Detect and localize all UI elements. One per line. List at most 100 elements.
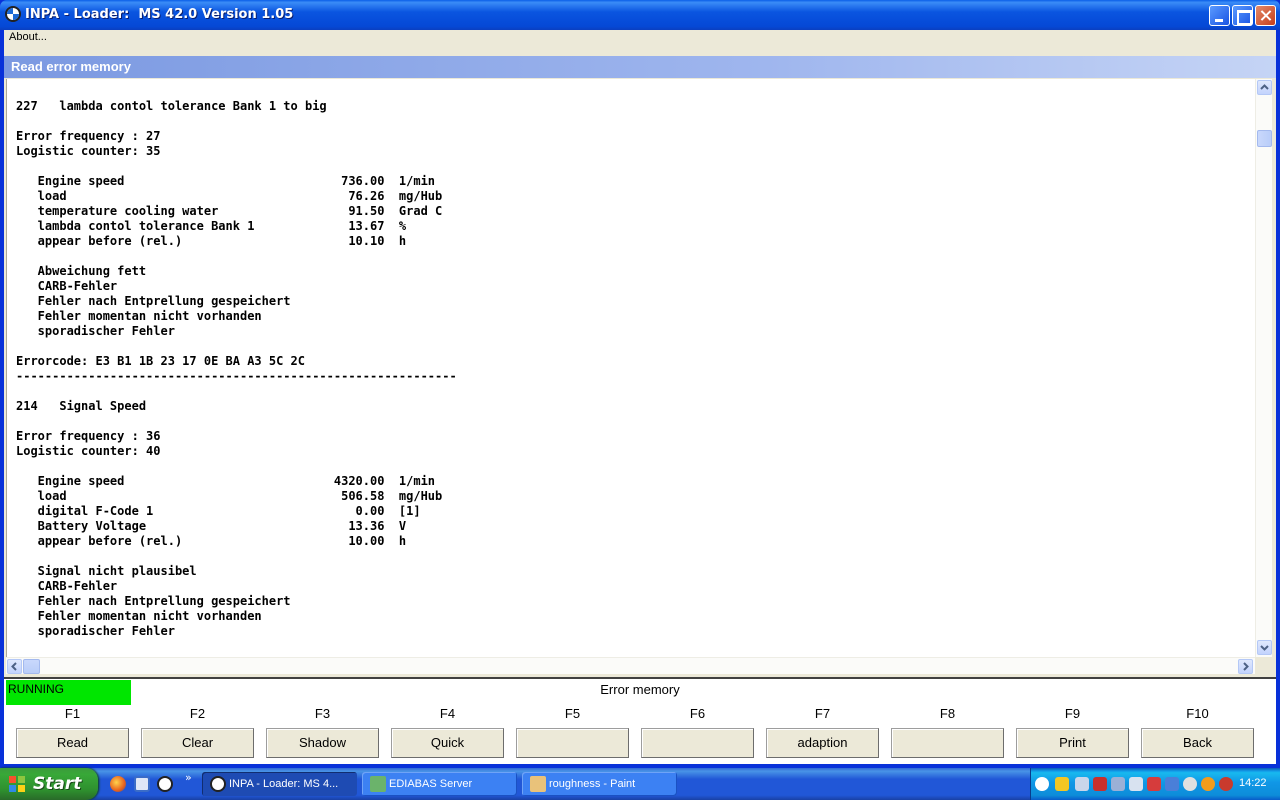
fkey-button-f5[interactable] <box>516 728 629 758</box>
scroll-right-button[interactable] <box>1238 659 1253 674</box>
fkey-button-f1[interactable]: Read <box>16 728 129 758</box>
inpa-window: INPA - Loader: MS 42.0 Version 1.05 Abou… <box>0 0 1280 768</box>
output-line: load 506.58 mg/Hub <box>16 489 443 503</box>
quicklaunch-more-icon[interactable]: » <box>185 771 192 784</box>
close-button[interactable] <box>1255 5 1276 26</box>
panel-header: Read error memory <box>4 56 1276 78</box>
chevron-right-icon <box>1243 662 1249 671</box>
fkey-label-f3: F3 <box>314 706 331 721</box>
vertical-scrollbar[interactable] <box>1255 79 1272 657</box>
task-paint[interactable]: roughness - Paint <box>522 772 677 796</box>
output-line: sporadischer Fehler <box>16 324 175 338</box>
chevron-up-icon <box>1260 84 1269 90</box>
scroll-left-button[interactable] <box>7 659 22 674</box>
disconnected-icon[interactable] <box>1147 777 1161 791</box>
task-inpa[interactable]: INPA - Loader: MS 4... <box>202 772 357 796</box>
security-shield-icon[interactable] <box>1055 777 1069 791</box>
output-line: Battery Voltage 13.36 V <box>16 519 407 533</box>
firefox-icon[interactable] <box>110 776 126 792</box>
output-line: Error frequency : 27 <box>16 129 161 143</box>
network-icon[interactable] <box>1075 777 1089 791</box>
maximize-button[interactable] <box>1232 5 1253 26</box>
task-paint-label: roughness - Paint <box>549 778 636 790</box>
fkey-label-f10: F10 <box>1186 706 1209 721</box>
menu-about[interactable]: About... <box>9 31 47 43</box>
panel-title: Read error memory <box>11 59 131 74</box>
output-line: Error frequency : 36 <box>16 429 161 443</box>
fkey-button-f10[interactable]: Back <box>1141 728 1254 758</box>
status-row: RUNNING Error memory <box>4 677 1276 705</box>
server-icon <box>370 776 386 792</box>
output-line: load 76.26 mg/Hub <box>16 189 443 203</box>
fkey-label-f7: F7 <box>814 706 831 721</box>
fkey-label-f5: F5 <box>564 706 581 721</box>
fkey-label-f6: F6 <box>689 706 706 721</box>
clock: 14:22 <box>1239 777 1267 789</box>
menu-bar: About... <box>4 30 1276 48</box>
task-ediabas[interactable]: EDIABAS Server <box>362 772 517 796</box>
bmw-icon <box>210 776 226 792</box>
bluetooth-icon[interactable] <box>1165 777 1179 791</box>
bmw-quicklaunch-icon[interactable] <box>157 776 173 792</box>
start-label: Start <box>33 774 82 794</box>
update-icon[interactable] <box>1201 777 1215 791</box>
fkey-button-f4[interactable]: Quick <box>391 728 504 758</box>
error-memory-output: 227 lambda contol tolerance Bank 1 to bi… <box>6 79 1255 657</box>
fkey-button-f2[interactable]: Clear <box>141 728 254 758</box>
fkey-label-f2: F2 <box>189 706 206 721</box>
volume-icon[interactable] <box>1183 777 1197 791</box>
fkey-button-f3[interactable]: Shadow <box>266 728 379 758</box>
antivirus-icon[interactable] <box>1219 777 1233 791</box>
horizontal-scroll-thumb[interactable] <box>23 659 40 674</box>
output-line: temperature cooling water 91.50 Grad C <box>16 204 443 218</box>
taskbar: Start » INPA - Loader: MS 4... EDIABAS S… <box>0 768 1280 800</box>
task-inpa-label: INPA - Loader: MS 4... <box>229 778 339 790</box>
output-line: CARB-Fehler <box>16 279 118 293</box>
output-line: 214 Signal Speed <box>16 399 147 413</box>
tray-expand-icon[interactable] <box>1035 777 1049 791</box>
windows-flag-icon <box>9 776 26 793</box>
output-line: ----------------------------------------… <box>16 369 457 383</box>
output-line: Fehler nach Entprellung gespeichert <box>16 294 291 308</box>
fkey-button-f8[interactable] <box>891 728 1004 758</box>
fkey-label-f9: F9 <box>1064 706 1081 721</box>
vertical-scroll-thumb[interactable] <box>1257 130 1272 147</box>
output-line: Logistic counter: 35 <box>16 144 161 158</box>
fkey-label-f4: F4 <box>439 706 456 721</box>
start-button[interactable]: Start <box>0 768 98 800</box>
bmw-icon[interactable] <box>5 6 21 22</box>
output-line: Fehler momentan nicht vorhanden <box>16 309 262 323</box>
show-desktop-icon[interactable] <box>134 776 150 792</box>
output-line: Fehler nach Entprellung gespeichert <box>16 594 291 608</box>
chevron-left-icon <box>11 662 17 671</box>
monitor-icon[interactable] <box>1129 777 1143 791</box>
fkey-label-f1: F1 <box>64 706 81 721</box>
horizontal-scrollbar[interactable] <box>6 657 1255 674</box>
title-bar[interactable]: INPA - Loader: MS 42.0 Version 1.05 <box>0 0 1280 30</box>
output-line: lambda contol tolerance Bank 1 13.67 % <box>16 219 407 233</box>
output-line: Signal nicht plausibel <box>16 564 197 578</box>
output-line: digital F-Code 1 0.00 [1] <box>16 504 421 518</box>
output-line: sporadischer Fehler <box>16 624 175 638</box>
fkey-label-f8: F8 <box>939 706 956 721</box>
output-line: Engine speed 736.00 1/min <box>16 174 436 188</box>
status-title: Error memory <box>600 682 680 697</box>
output-line: 227 lambda contol tolerance Bank 1 to bi… <box>16 99 327 113</box>
paint-icon <box>530 776 546 792</box>
output-line: Engine speed 4320.00 1/min <box>16 474 436 488</box>
scroll-up-button[interactable] <box>1257 80 1272 95</box>
scroll-down-button[interactable] <box>1257 640 1272 655</box>
output-line: CARB-Fehler <box>16 579 118 593</box>
minimize-button[interactable] <box>1209 5 1230 26</box>
fkey-button-f7[interactable]: adaption <box>766 728 879 758</box>
output-line: Logistic counter: 40 <box>16 444 161 458</box>
fkey-button-f9[interactable]: Print <box>1016 728 1129 758</box>
output-line: Errorcode: E3 B1 1B 23 17 0E BA A3 5C 2C <box>16 354 305 368</box>
output-line: Fehler momentan nicht vorhanden <box>16 609 262 623</box>
flag-uk-icon[interactable] <box>1093 777 1107 791</box>
window-title: INPA - Loader: MS 42.0 Version 1.05 <box>25 7 294 22</box>
fkey-button-f6[interactable] <box>641 728 754 758</box>
output-line: Abweichung fett <box>16 264 147 278</box>
chevron-down-icon <box>1260 645 1269 651</box>
connection-icon[interactable] <box>1111 777 1125 791</box>
